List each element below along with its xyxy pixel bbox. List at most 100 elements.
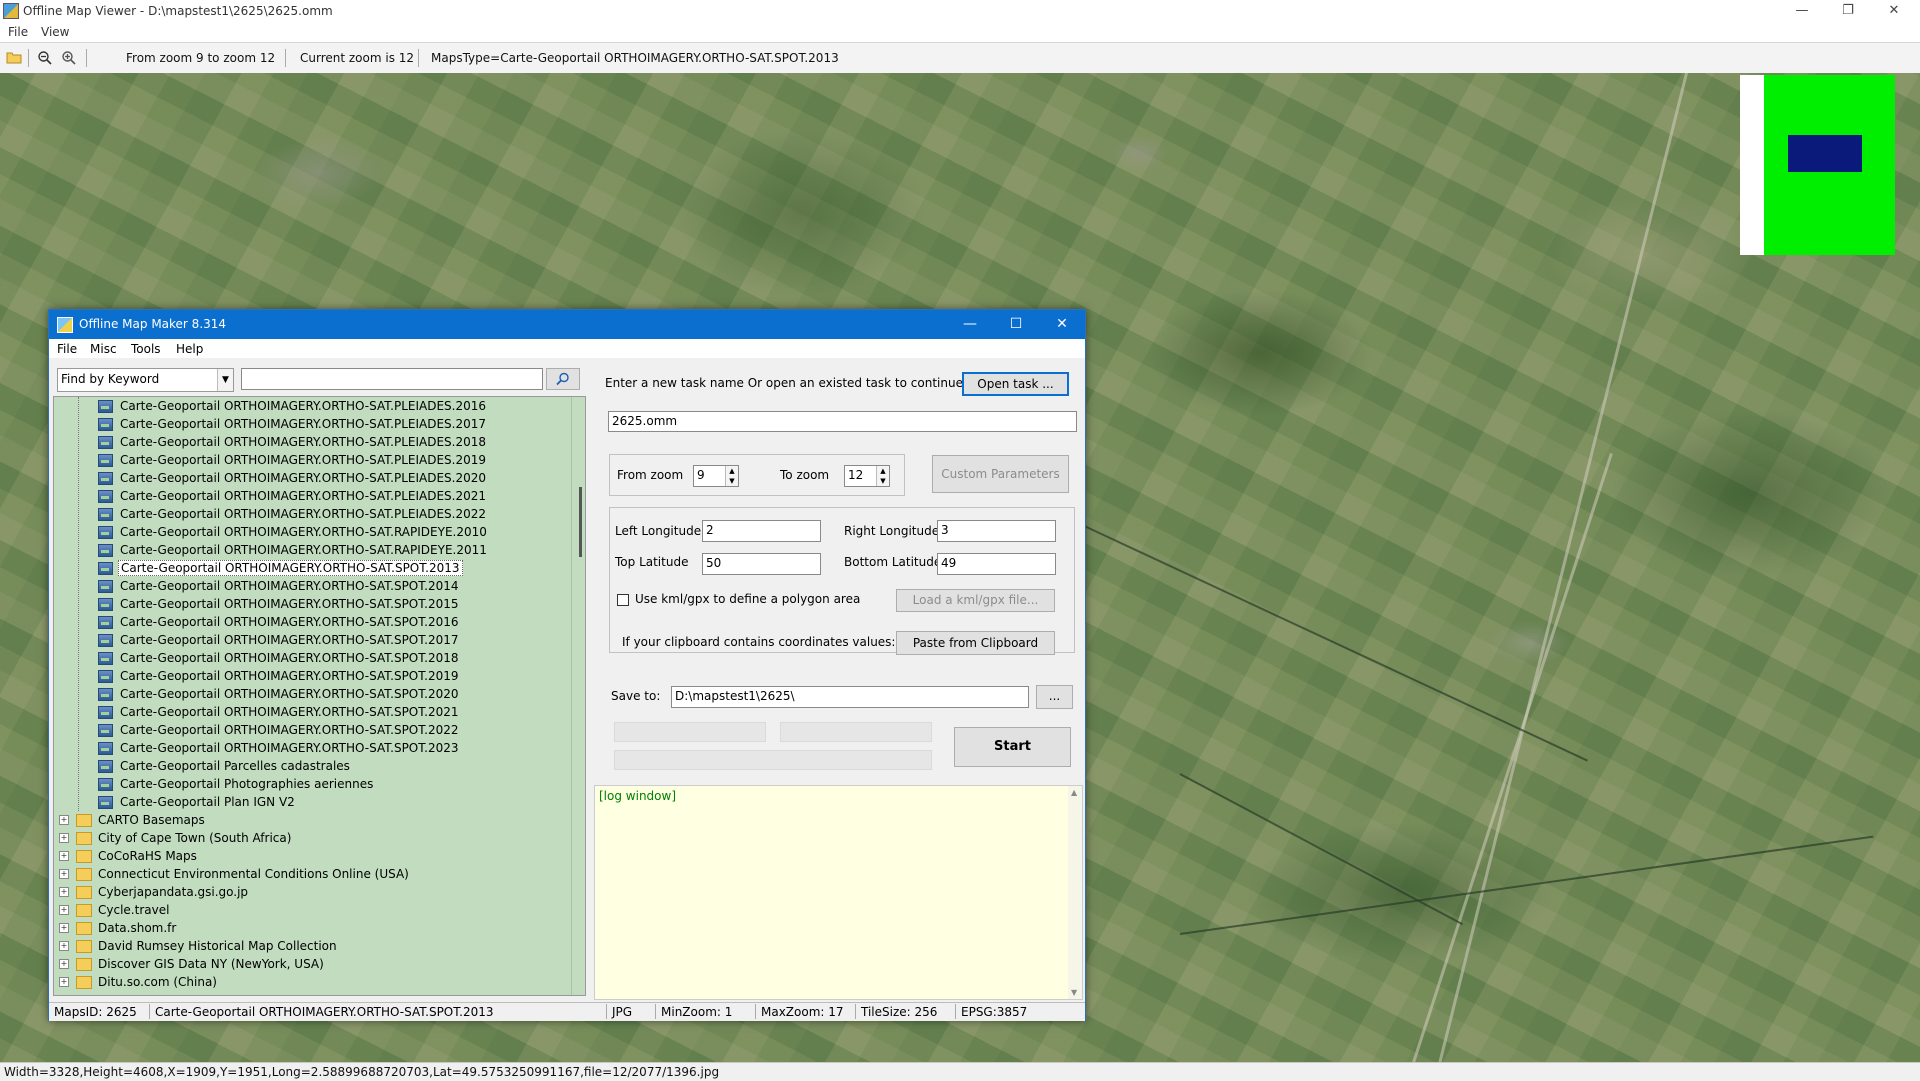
tree-item-map[interactable]: Carte-Geoportail ORTHOIMAGERY.ORTHO-SAT.… xyxy=(54,739,569,757)
tree-item-map[interactable]: Carte-Geoportail ORTHOIMAGERY.ORTHO-SAT.… xyxy=(54,595,569,613)
task-name-input[interactable]: 2625.omm xyxy=(608,411,1077,432)
start-button[interactable]: Start xyxy=(954,727,1071,767)
expand-icon[interactable]: + xyxy=(59,833,69,843)
tree-item-folder[interactable]: + Cyberjapandata.gsi.go.jp xyxy=(54,883,569,901)
expand-icon[interactable]: + xyxy=(59,869,69,879)
dialog-app-icon xyxy=(57,317,73,333)
expand-icon[interactable]: + xyxy=(59,815,69,825)
to-zoom-input[interactable]: 12 ▲ ▼ xyxy=(844,465,890,487)
search-button[interactable] xyxy=(546,368,580,390)
overview-map[interactable] xyxy=(1740,75,1895,255)
tree-item-map[interactable]: Carte-Geoportail ORTHOIMAGERY.ORTHO-SAT.… xyxy=(54,451,569,469)
tree-item-map[interactable]: Carte-Geoportail ORTHOIMAGERY.ORTHO-SAT.… xyxy=(54,415,569,433)
dialog-menu-misc[interactable]: Misc xyxy=(90,342,117,356)
dialog-menu-tools[interactable]: Tools xyxy=(131,342,161,356)
bottom-latitude-input[interactable]: 49 xyxy=(937,553,1056,575)
minimize-button[interactable]: — xyxy=(1780,0,1824,22)
tree-item-folder[interactable]: + Discover GIS Data NY (NewYork, USA) xyxy=(54,955,569,973)
tree-scroll-thumb[interactable] xyxy=(579,487,582,557)
tree-item-map[interactable]: Carte-Geoportail Parcelles cadastrales xyxy=(54,757,569,775)
tree-item-map[interactable]: Carte-Geoportail Photographies aeriennes xyxy=(54,775,569,793)
expand-icon[interactable]: + xyxy=(59,851,69,861)
tree-item-folder[interactable]: + CARTO Basemaps xyxy=(54,811,569,829)
tree-item-map[interactable]: Carte-Geoportail ORTHOIMAGERY.ORTHO-SAT.… xyxy=(54,703,569,721)
browse-button[interactable]: ... xyxy=(1036,685,1073,709)
tree-item-map[interactable]: Carte-Geoportail ORTHOIMAGERY.ORTHO-SAT.… xyxy=(54,541,569,559)
zoom-in-icon[interactable] xyxy=(61,50,77,66)
tree-item-label: Carte-Geoportail ORTHOIMAGERY.ORTHO-SAT.… xyxy=(120,453,486,467)
log-scrollbar[interactable]: ▲ ▼ xyxy=(1068,786,1082,999)
dialog-menu-file[interactable]: File xyxy=(57,342,77,356)
save-to-input[interactable]: D:\mapstest1\2625\ xyxy=(671,686,1029,708)
tree-item-map[interactable]: Carte-Geoportail ORTHOIMAGERY.ORTHO-SAT.… xyxy=(54,433,569,451)
tree-item-map[interactable]: Carte-Geoportail ORTHOIMAGERY.ORTHO-SAT.… xyxy=(54,685,569,703)
open-folder-icon[interactable] xyxy=(6,50,22,66)
dialog-menu-help[interactable]: Help xyxy=(176,342,203,356)
kml-checkbox[interactable] xyxy=(617,594,629,606)
chevron-down-icon[interactable]: ▼ xyxy=(217,369,233,391)
tree-item-map[interactable]: Carte-Geoportail ORTHOIMAGERY.ORTHO-SAT.… xyxy=(54,523,569,541)
status-separator xyxy=(855,1004,856,1019)
maximize-button[interactable]: ❐ xyxy=(1826,0,1870,22)
expand-icon[interactable]: + xyxy=(59,923,69,933)
close-button[interactable]: ✕ xyxy=(1872,0,1916,22)
tree-scrollbar[interactable] xyxy=(571,397,585,995)
scroll-up-icon[interactable]: ▲ xyxy=(1071,788,1077,797)
tree-item-map[interactable]: Carte-Geoportail ORTHOIMAGERY.ORTHO-SAT.… xyxy=(54,469,569,487)
expand-icon[interactable]: + xyxy=(59,977,69,987)
top-latitude-input[interactable]: 50 xyxy=(702,553,821,575)
map-layer-icon xyxy=(98,580,113,593)
open-task-button[interactable]: Open task ... xyxy=(962,372,1069,396)
status-min-zoom: MinZoom: 1 xyxy=(661,1005,733,1019)
zoom-out-icon[interactable] xyxy=(37,50,53,66)
scroll-down-icon[interactable]: ▼ xyxy=(1071,988,1077,997)
tree-item-map[interactable]: Carte-Geoportail ORTHOIMAGERY.ORTHO-SAT.… xyxy=(54,505,569,523)
tree-item-map[interactable]: Carte-Geoportail Plan IGN V2 xyxy=(54,793,569,811)
tree-item-map[interactable]: Carte-Geoportail ORTHOIMAGERY.ORTHO-SAT.… xyxy=(54,721,569,739)
tree-item-map[interactable]: Carte-Geoportail ORTHOIMAGERY.ORTHO-SAT.… xyxy=(54,559,569,577)
dialog-close-button[interactable]: ✕ xyxy=(1039,310,1085,339)
maps-tree[interactable]: Carte-Geoportail ORTHOIMAGERY.ORTHO-SAT.… xyxy=(53,396,586,996)
tree-item-map[interactable]: Carte-Geoportail ORTHOIMAGERY.ORTHO-SAT.… xyxy=(54,487,569,505)
overview-viewport[interactable] xyxy=(1788,135,1862,172)
tree-item-map[interactable]: Carte-Geoportail ORTHOIMAGERY.ORTHO-SAT.… xyxy=(54,667,569,685)
folder-icon xyxy=(76,814,92,827)
tree-item-folder[interactable]: + Cycle.travel xyxy=(54,901,569,919)
dialog-title: Offline Map Maker 8.314 xyxy=(79,317,227,331)
expand-icon[interactable]: + xyxy=(59,887,69,897)
tree-item-folder[interactable]: + Data.shom.fr xyxy=(54,919,569,937)
paste-from-clipboard-button[interactable]: Paste from Clipboard xyxy=(896,631,1055,655)
expand-icon[interactable]: + xyxy=(59,959,69,969)
tree-item-folder[interactable]: + Ditu.so.com (China) xyxy=(54,973,569,991)
tree-item-folder[interactable]: + David Rumsey Historical Map Collection xyxy=(54,937,569,955)
dialog-minimize-button[interactable]: — xyxy=(947,310,993,339)
load-kml-button[interactable]: Load a kml/gpx file... xyxy=(896,589,1055,612)
tree-item-map[interactable]: Carte-Geoportail ORTHOIMAGERY.ORTHO-SAT.… xyxy=(54,613,569,631)
tree-item-folder[interactable]: + CoCoRaHS Maps xyxy=(54,847,569,865)
tree-item-map[interactable]: Carte-Geoportail ORTHOIMAGERY.ORTHO-SAT.… xyxy=(54,649,569,667)
map-river xyxy=(1179,773,1464,926)
expand-icon[interactable]: + xyxy=(59,905,69,915)
search-input[interactable] xyxy=(241,368,543,390)
custom-parameters-button[interactable]: Custom Parameters xyxy=(932,455,1069,493)
zoom-range-text: From zoom 9 to zoom 12 xyxy=(126,51,276,65)
search-mode-select[interactable]: Find by Keyword ▼ xyxy=(57,368,234,392)
tree-item-folder[interactable]: + City of Cape Town (South Africa) xyxy=(54,829,569,847)
to-zoom-spinner[interactable]: ▲ ▼ xyxy=(876,466,889,486)
tree-item-label: Carte-Geoportail ORTHOIMAGERY.ORTHO-SAT.… xyxy=(120,435,486,449)
tree-item-label: Carte-Geoportail ORTHOIMAGERY.ORTHO-SAT.… xyxy=(120,471,486,485)
dialog-maximize-button[interactable]: ☐ xyxy=(993,310,1039,339)
right-longitude-input[interactable]: 3 xyxy=(937,520,1056,542)
menu-file[interactable]: File xyxy=(8,25,28,39)
tree-item-map[interactable]: Carte-Geoportail ORTHOIMAGERY.ORTHO-SAT.… xyxy=(54,577,569,595)
menu-view[interactable]: View xyxy=(41,25,69,39)
tree-item-map[interactable]: Carte-Geoportail ORTHOIMAGERY.ORTHO-SAT.… xyxy=(54,631,569,649)
left-longitude-input[interactable]: 2 xyxy=(702,520,821,542)
from-zoom-input[interactable]: 9 ▲ ▼ xyxy=(693,465,739,487)
from-zoom-spinner[interactable]: ▲ ▼ xyxy=(725,466,738,486)
expand-icon[interactable]: + xyxy=(59,941,69,951)
status-separator xyxy=(755,1004,756,1019)
log-window[interactable]: [log window] ▲ ▼ xyxy=(594,785,1083,1000)
tree-item-map[interactable]: Carte-Geoportail ORTHOIMAGERY.ORTHO-SAT.… xyxy=(54,397,569,415)
tree-item-folder[interactable]: + Connecticut Environmental Conditions On… xyxy=(54,865,569,883)
